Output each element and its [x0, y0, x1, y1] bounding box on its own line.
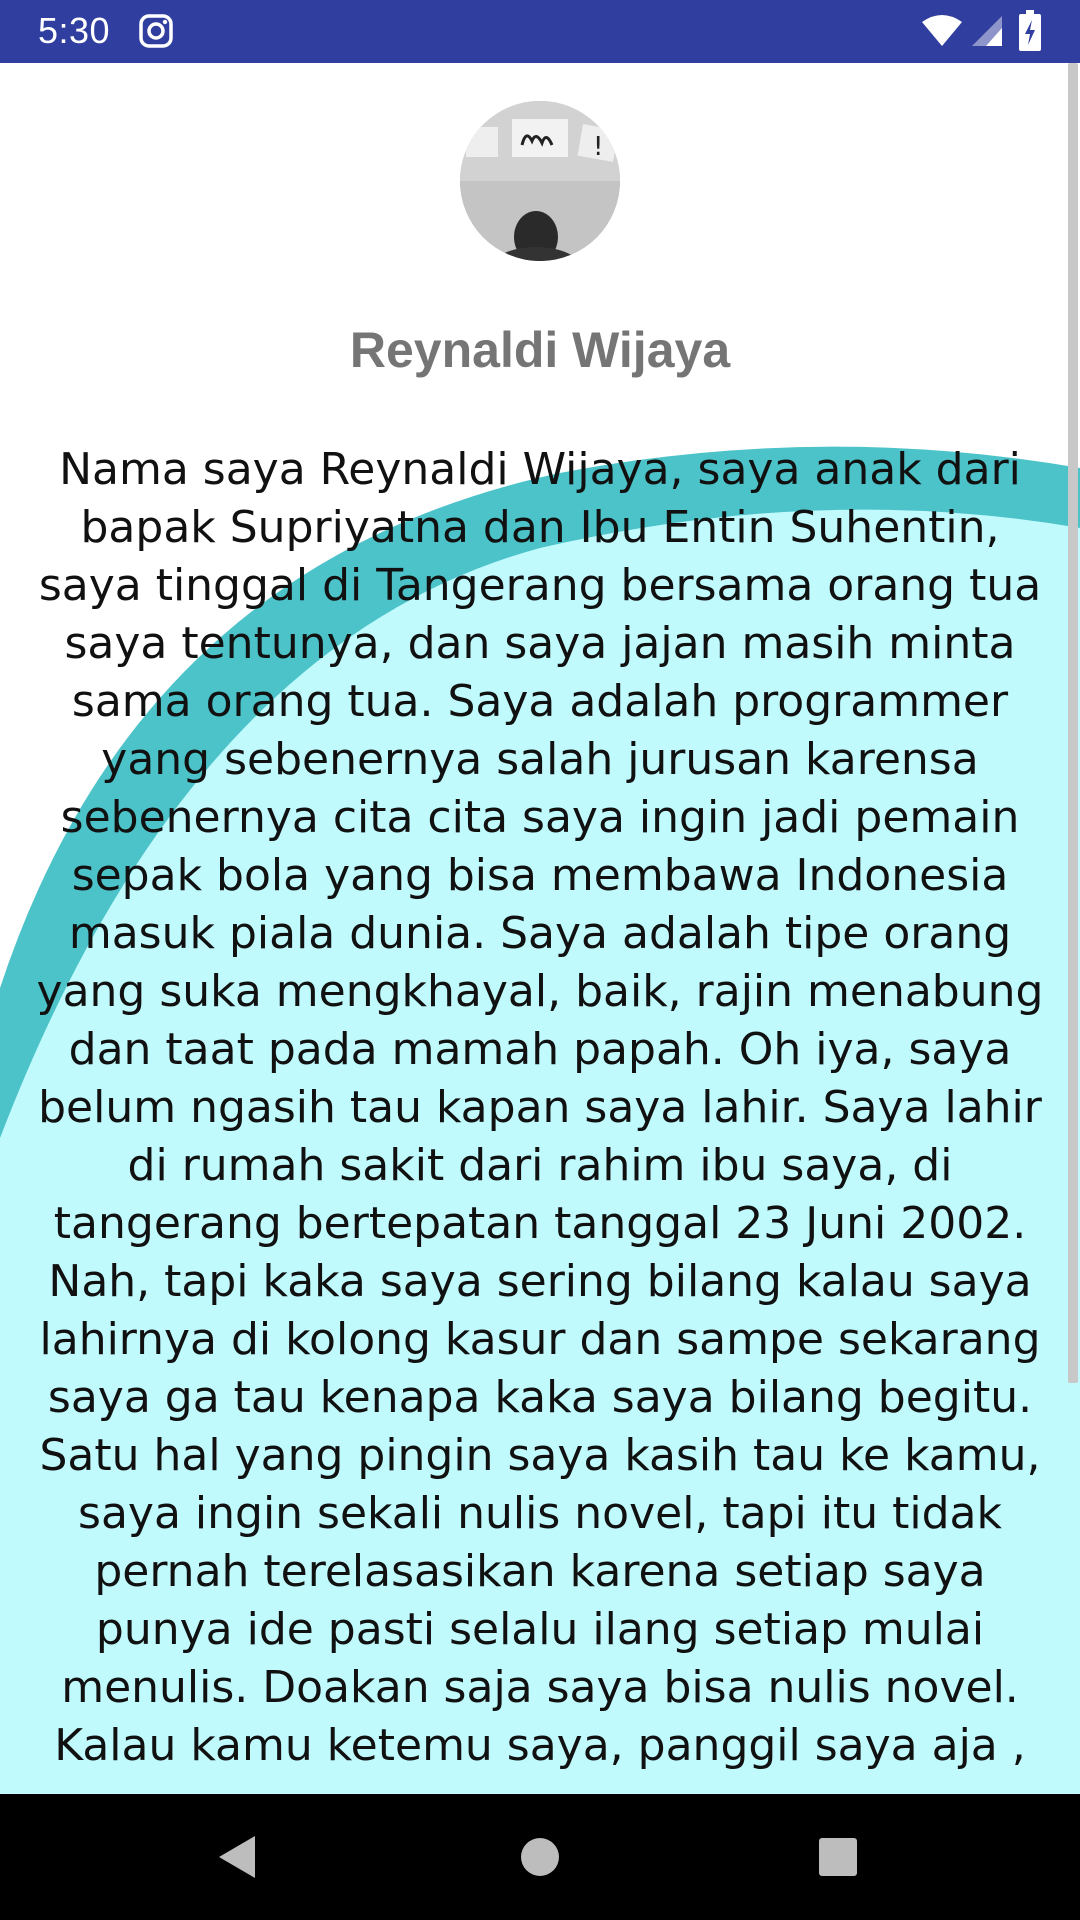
scrollbar[interactable] [1068, 63, 1078, 1383]
profile-bio: Nama saya Reynaldi Wijaya, saya anak dar… [36, 444, 1044, 1771]
status-time: 5:30 [38, 10, 111, 51]
profile-avatar: ! [460, 101, 620, 261]
home-icon[interactable] [507, 1824, 573, 1890]
recents-icon[interactable] [805, 1824, 871, 1890]
battery-icon [1019, 10, 1041, 51]
svg-text:!: ! [593, 132, 603, 162]
instagram-icon [139, 14, 173, 48]
navigation-bar [0, 1794, 1080, 1920]
wifi-icon [922, 15, 962, 46]
back-icon[interactable] [205, 1824, 271, 1890]
profile-name: Reynaldi Wijaya [349, 322, 731, 378]
signal-icon [972, 16, 1002, 46]
profile-screen[interactable]: ! Reynaldi Wijaya Nama saya Reynaldi Wij… [0, 63, 1080, 1794]
status-bar: 5:30 [0, 0, 1080, 63]
